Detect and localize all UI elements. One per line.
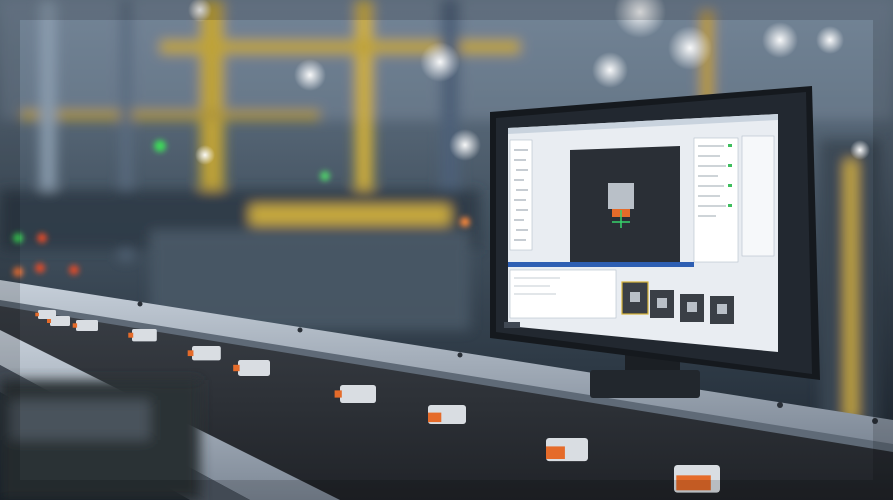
thumbnail[interactable] bbox=[621, 281, 649, 315]
thumbnail[interactable] bbox=[710, 296, 734, 324]
part bbox=[233, 360, 270, 376]
thumbnail[interactable] bbox=[650, 290, 674, 318]
part bbox=[128, 329, 157, 342]
part bbox=[47, 316, 70, 326]
monitor-screen bbox=[508, 114, 778, 352]
viewport-3d[interactable] bbox=[570, 146, 680, 262]
bottom-panel bbox=[509, 269, 617, 319]
part bbox=[428, 405, 466, 424]
scene-svg bbox=[0, 0, 893, 500]
tree-panel[interactable] bbox=[509, 139, 533, 251]
thumbnail[interactable] bbox=[680, 294, 704, 322]
part bbox=[187, 346, 221, 361]
panel-divider bbox=[508, 262, 694, 267]
part bbox=[334, 385, 376, 403]
factory-scene bbox=[0, 0, 893, 500]
monitor-logo bbox=[504, 322, 520, 328]
part bbox=[72, 320, 98, 331]
property-panel[interactable] bbox=[693, 135, 775, 263]
part bbox=[546, 438, 588, 462]
